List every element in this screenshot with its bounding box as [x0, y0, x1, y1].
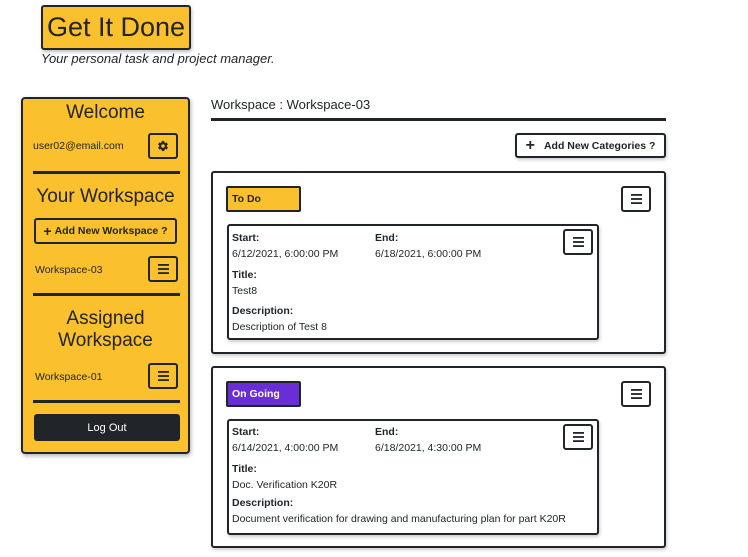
task-end-value: 6/18/2021, 6:00:00 PM: [375, 248, 482, 260]
assigned-workspace-heading: Assigned Workspace: [58, 308, 153, 351]
gear-icon: [157, 140, 169, 152]
assigned-workspace-menu-button[interactable]: [148, 363, 178, 389]
user-email: user02@email.com: [33, 140, 124, 152]
plus-icon: +: [43, 223, 52, 239]
hamburger-menu-icon: [157, 264, 169, 274]
category-card-on-going: On Going Start: 6/14/2021, 4:00:00 PM En…: [211, 366, 666, 548]
task-menu-button[interactable]: [563, 424, 593, 450]
task-description-label: Description:: [232, 305, 294, 317]
category-label: On Going: [226, 381, 301, 407]
divider: [33, 293, 180, 296]
your-workspace-heading: Your Workspace: [36, 186, 175, 207]
task-start-label: Start:: [232, 232, 260, 244]
settings-button[interactable]: [148, 133, 178, 159]
category-menu-button[interactable]: [621, 381, 651, 407]
task-title-value: Test8: [232, 285, 258, 297]
task-description-value: Description of Test 8: [232, 321, 327, 333]
logout-button[interactable]: Log Out: [34, 414, 180, 441]
task-end-label: End:: [375, 232, 399, 244]
task-description-label: Description:: [232, 497, 294, 509]
task-title-label: Title:: [232, 463, 257, 475]
task-menu-button[interactable]: [563, 229, 593, 255]
app-title: Get It Done: [41, 5, 191, 50]
welcome-heading: Welcome: [66, 102, 145, 123]
workspace-title: Workspace : Workspace-03: [211, 97, 371, 112]
task-card[interactable]: Start: 6/12/2021, 6:00:00 PM End: 6/18/2…: [227, 224, 599, 340]
divider: [33, 171, 180, 174]
hamburger-menu-icon: [572, 432, 584, 442]
task-start-value: 6/14/2021, 4:00:00 PM: [232, 442, 339, 454]
assigned-workspace-link-workspace-01[interactable]: Workspace-01: [35, 371, 103, 383]
add-workspace-button[interactable]: + Add New Workspace ?: [34, 218, 177, 244]
category-card-to-do: To Do Start: 6/12/2021, 6:00:00 PM End: …: [211, 171, 666, 354]
category-menu-button[interactable]: [621, 186, 651, 212]
task-title-value: Doc. Verification K20R: [232, 479, 338, 491]
task-card[interactable]: Start: 6/14/2021, 4:00:00 PM End: 6/18/2…: [227, 419, 599, 535]
app-tagline: Your personal task and project manager.: [41, 51, 275, 66]
add-category-label: Add New Categories ?: [543, 139, 656, 152]
workspace-link-workspace-03[interactable]: Workspace-03: [35, 264, 103, 276]
hamburger-menu-icon: [630, 194, 642, 204]
hamburger-menu-icon: [630, 389, 642, 399]
hamburger-menu-icon: [157, 371, 169, 381]
plus-icon: +: [525, 136, 535, 154]
category-label: To Do: [226, 186, 301, 212]
add-workspace-label: Add New Workspace ?: [54, 225, 168, 237]
task-start-value: 6/12/2021, 6:00:00 PM: [232, 248, 339, 260]
add-category-button[interactable]: + Add New Categories ?: [515, 133, 666, 158]
workspace-menu-button[interactable]: [148, 256, 178, 282]
workspace-title-underline: [211, 118, 666, 121]
task-end-value: 6/18/2021, 4:30:00 PM: [375, 442, 482, 454]
task-title-label: Title:: [232, 269, 257, 281]
hamburger-menu-icon: [572, 237, 584, 247]
task-start-label: Start:: [232, 426, 260, 438]
divider: [33, 400, 180, 403]
task-description-value: Document verification for drawing and ma…: [232, 513, 566, 525]
task-end-label: End:: [375, 426, 399, 438]
sidebar: Welcome user02@email.com Your Workspace …: [21, 97, 190, 454]
